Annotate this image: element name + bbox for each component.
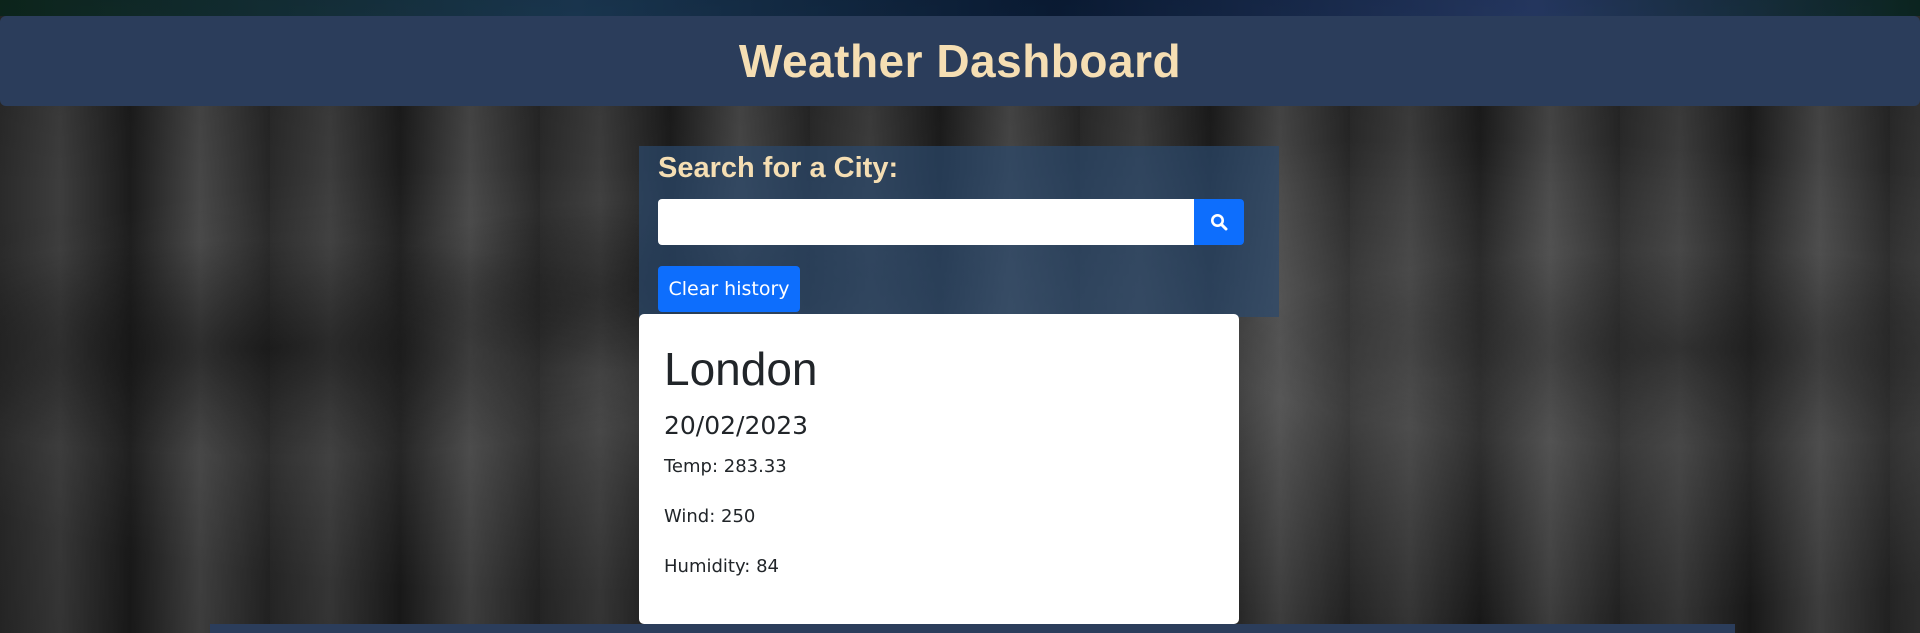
- search-icon: [1211, 214, 1228, 231]
- search-heading: Search for a City:: [658, 152, 899, 184]
- page-title: Weather Dashboard: [738, 35, 1182, 87]
- city-search-input[interactable]: [658, 199, 1194, 245]
- clear-history-button[interactable]: Clear history: [658, 266, 800, 312]
- wind-text: Wind: 250: [664, 506, 756, 527]
- forecast-section-edge: [210, 624, 1735, 633]
- temperature-text: Temp: 283.33: [664, 456, 787, 477]
- current-weather-card: London 20/02/2023 Temp: 283.33 Wind: 250…: [639, 314, 1239, 624]
- weather-date: 20/02/2023: [664, 411, 809, 440]
- page-header: Weather Dashboard: [0, 16, 1920, 106]
- search-button[interactable]: [1194, 199, 1244, 245]
- city-name: London: [664, 343, 818, 395]
- humidity-text: Humidity: 84: [664, 556, 779, 577]
